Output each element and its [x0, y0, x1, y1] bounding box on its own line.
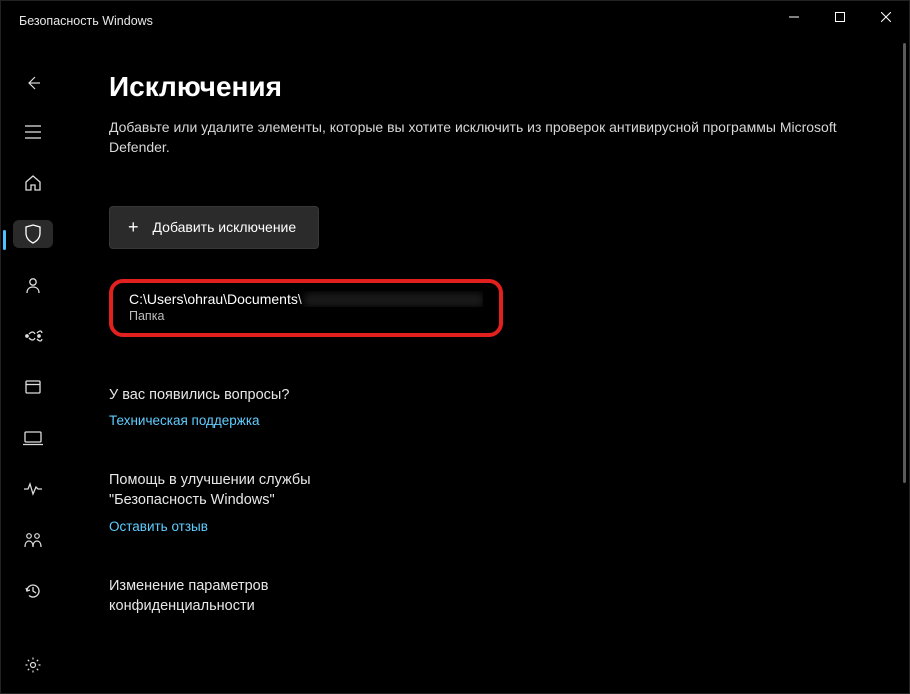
- page-description: Добавьте или удалите элементы, которые в…: [109, 117, 889, 158]
- device-icon[interactable]: [13, 424, 53, 452]
- exclusion-item[interactable]: C:\Users\ohrau\Documents\ Папка: [109, 279, 503, 337]
- maximize-button[interactable]: [817, 1, 863, 33]
- privacy-section: Изменение параметров конфиденциальности: [109, 576, 909, 617]
- add-exclusion-label: Добавить исключение: [153, 219, 297, 235]
- performance-icon[interactable]: [13, 475, 53, 503]
- window-title: Безопасность Windows: [19, 14, 153, 28]
- account-icon[interactable]: [13, 271, 53, 299]
- firewall-icon[interactable]: [13, 322, 53, 350]
- exclusion-type: Папка: [129, 309, 483, 323]
- add-exclusion-button[interactable]: + Добавить исключение: [109, 206, 319, 249]
- exclusion-path-redacted: [304, 293, 483, 307]
- help-title: У вас появились вопросы?: [109, 385, 349, 405]
- minimize-button[interactable]: [771, 1, 817, 33]
- back-button[interactable]: [13, 69, 53, 97]
- plus-icon: +: [128, 217, 139, 238]
- history-icon[interactable]: [13, 577, 53, 605]
- sidebar: [1, 41, 65, 693]
- shield-icon[interactable]: [13, 220, 53, 248]
- improve-section: Помощь в улучшении службы "Безопасность …: [109, 470, 909, 534]
- app-control-icon[interactable]: [13, 373, 53, 401]
- main-content: Исключения Добавьте или удалите элементы…: [65, 41, 909, 693]
- family-icon[interactable]: [13, 526, 53, 554]
- improve-link[interactable]: Оставить отзыв: [109, 519, 909, 534]
- home-icon[interactable]: [13, 169, 53, 197]
- close-button[interactable]: [863, 1, 909, 33]
- help-section: У вас появились вопросы? Техническая под…: [109, 385, 909, 428]
- improve-title: Помощь в улучшении службы "Безопасность …: [109, 470, 349, 511]
- menu-icon[interactable]: [13, 118, 53, 146]
- exclusion-path-text: C:\Users\ohrau\Documents\: [129, 291, 302, 307]
- exclusion-path: C:\Users\ohrau\Documents\: [129, 291, 483, 307]
- scrollbar[interactable]: [901, 43, 907, 685]
- page-title: Исключения: [109, 71, 909, 103]
- window-controls: [771, 1, 909, 41]
- titlebar: Безопасность Windows: [1, 1, 909, 41]
- scrollbar-thumb[interactable]: [903, 43, 906, 483]
- help-link[interactable]: Техническая поддержка: [109, 413, 909, 428]
- privacy-title: Изменение параметров конфиденциальности: [109, 576, 349, 617]
- settings-icon[interactable]: [13, 651, 53, 679]
